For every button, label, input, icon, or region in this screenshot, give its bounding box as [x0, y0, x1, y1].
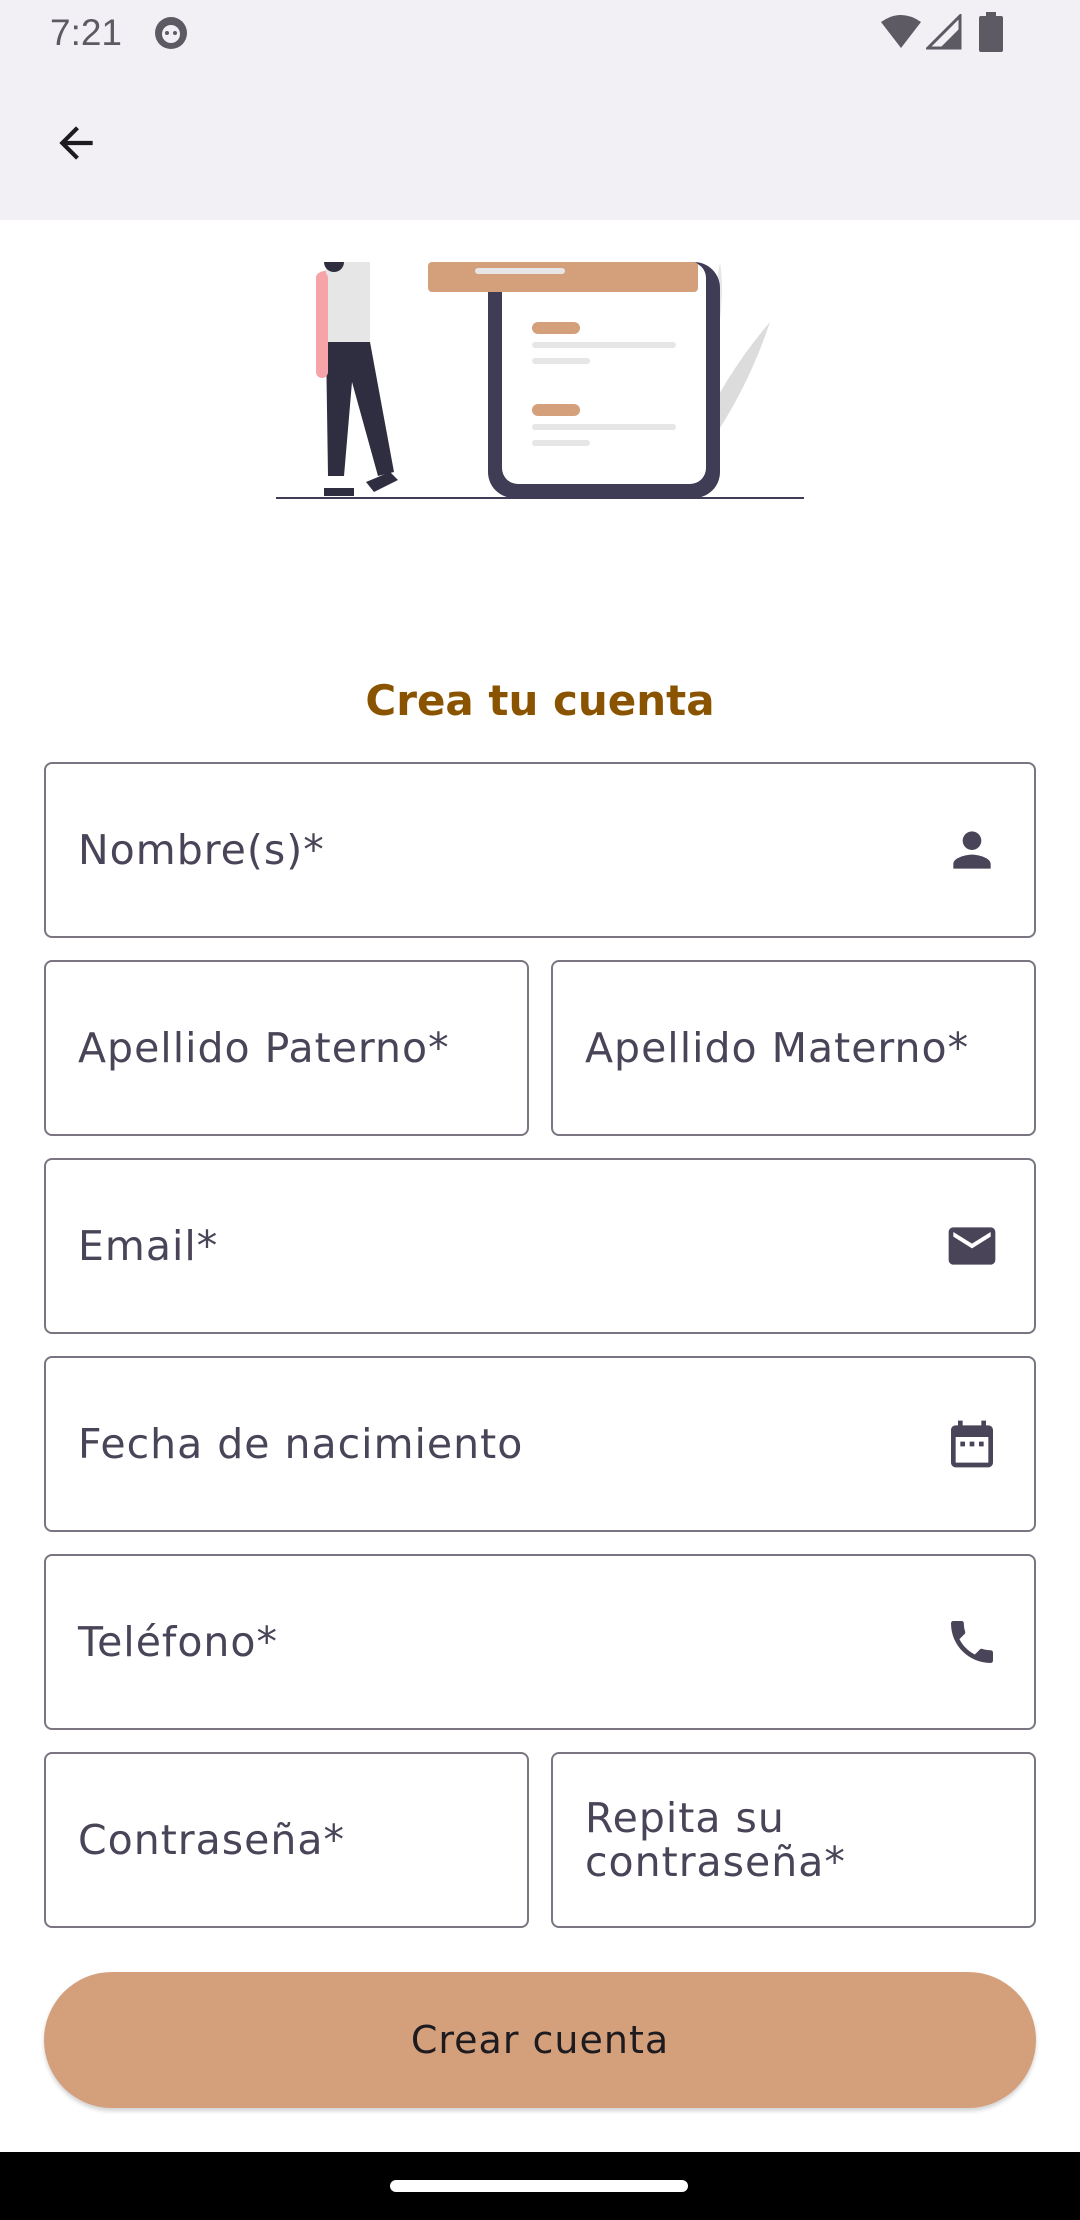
- notification-app-icon: [155, 17, 187, 49]
- home-gesture-handle[interactable]: [390, 2180, 688, 2192]
- contrasena-field[interactable]: Contraseña*: [44, 1752, 529, 1928]
- battery-icon: [979, 12, 1003, 52]
- back-button[interactable]: [40, 110, 112, 176]
- fecha-nacimiento-field[interactable]: Fecha de nacimiento: [44, 1356, 1036, 1532]
- fecha-nacimiento-label: Fecha de nacimiento: [78, 1420, 524, 1468]
- crear-cuenta-button[interactable]: Crear cuenta: [44, 1972, 1036, 2108]
- mail-icon: [948, 1227, 996, 1265]
- arrow-back-icon: [59, 126, 93, 160]
- signup-illustration: [276, 262, 804, 499]
- app-bar: 7:21: [0, 0, 1080, 220]
- email-field[interactable]: Email*: [44, 1158, 1036, 1334]
- nombre-field[interactable]: Nombre(s)*: [44, 762, 1036, 938]
- person-icon: [953, 831, 991, 869]
- apellido-materno-label: Apellido Materno*: [585, 1024, 970, 1072]
- repita-contrasena-field[interactable]: Repita su contraseña*: [551, 1752, 1036, 1928]
- page-title: Crea tu cuenta: [365, 676, 715, 725]
- apellido-materno-field[interactable]: Apellido Materno*: [551, 960, 1036, 1136]
- status-time: 7:21: [50, 12, 123, 53]
- calendar-icon[interactable]: [944, 1416, 1000, 1472]
- repita-contrasena-label: Repita su contraseña*: [585, 1794, 846, 1886]
- system-nav-bar: [0, 2152, 1080, 2220]
- contrasena-label: Contraseña*: [78, 1816, 345, 1864]
- nombre-label: Nombre(s)*: [78, 826, 325, 874]
- apellido-paterno-field[interactable]: Apellido Paterno*: [44, 960, 529, 1136]
- phone-icon: [951, 1621, 993, 1663]
- status-bar: 7:21: [0, 0, 1080, 66]
- wifi-icon: [881, 15, 921, 48]
- email-label: Email*: [78, 1222, 219, 1270]
- apellido-paterno-label: Apellido Paterno*: [78, 1024, 450, 1072]
- signal-icon: [926, 14, 962, 50]
- telefono-field[interactable]: Teléfono*: [44, 1554, 1036, 1730]
- telefono-label: Teléfono*: [78, 1618, 279, 1666]
